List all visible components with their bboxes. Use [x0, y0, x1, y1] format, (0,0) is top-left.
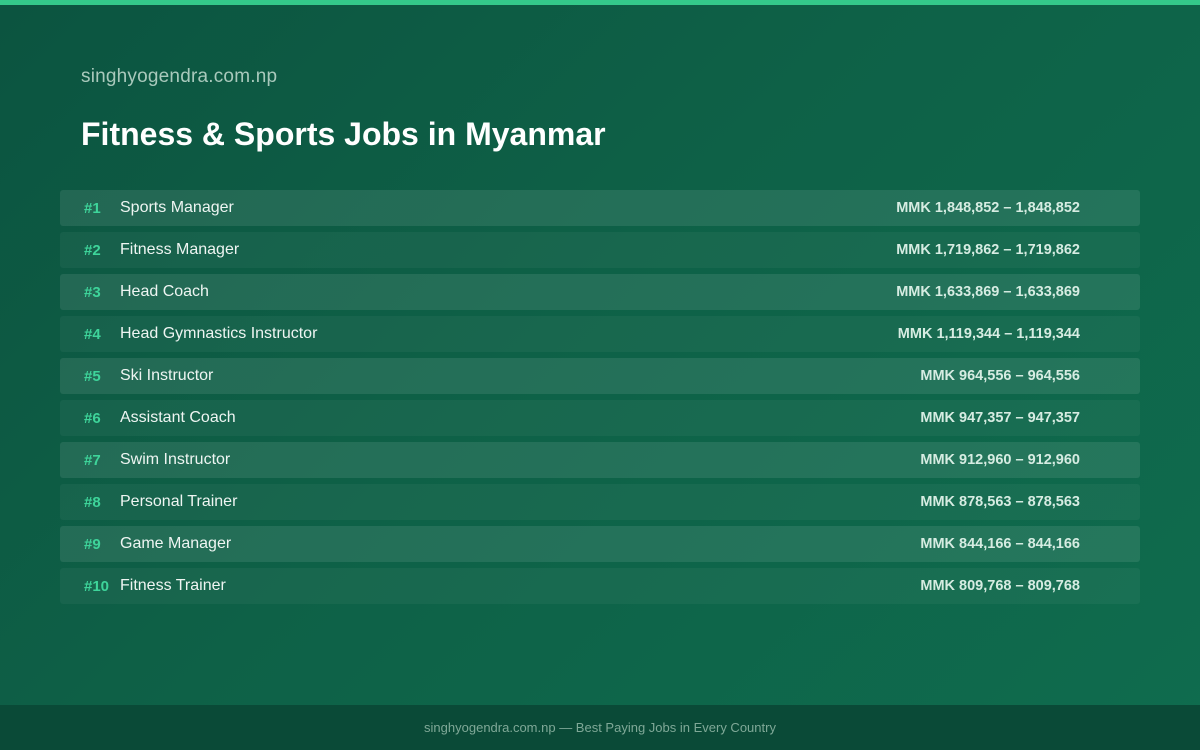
job-salary: MMK 1,719,862 – 1,719,862	[896, 242, 1080, 258]
job-title: Assistant Coach	[120, 409, 236, 426]
job-row: #6 Assistant Coach MMK 947,357 – 947,357	[60, 400, 1140, 436]
page-title: Fitness & Sports Jobs in Myanmar	[81, 116, 606, 152]
job-rank: #8	[84, 493, 101, 511]
job-row: #1 Sports Manager MMK 1,848,852 – 1,848,…	[60, 190, 1140, 226]
job-row: #5 Ski Instructor MMK 964,556 – 964,556	[60, 358, 1140, 394]
job-title: Fitness Manager	[120, 241, 240, 258]
footer-text: singhyogendra.com.np — Best Paying Jobs …	[424, 720, 776, 735]
job-salary: MMK 912,960 – 912,960	[920, 452, 1080, 468]
job-salary: MMK 809,768 – 809,768	[920, 578, 1080, 594]
job-title: Personal Trainer	[120, 493, 238, 510]
job-row: #4 Head Gymnastics Instructor MMK 1,119,…	[60, 316, 1140, 352]
job-rank: #9	[84, 535, 101, 553]
job-title: Game Manager	[120, 535, 232, 552]
job-rank: #5	[84, 367, 101, 385]
job-salary: MMK 878,563 – 878,563	[920, 494, 1080, 510]
job-salary: MMK 1,848,852 – 1,848,852	[896, 200, 1080, 216]
job-list: #1 Sports Manager MMK 1,848,852 – 1,848,…	[60, 190, 1140, 610]
job-rank: #1	[84, 199, 101, 217]
job-rank: #10	[84, 577, 110, 595]
job-rank: #4	[84, 325, 101, 343]
job-salary: MMK 1,633,869 – 1,633,869	[896, 284, 1080, 300]
footer: singhyogendra.com.np — Best Paying Jobs …	[0, 705, 1200, 750]
job-row: #10 Fitness Trainer MMK 809,768 – 809,76…	[60, 568, 1140, 604]
job-rank: #3	[84, 283, 101, 301]
job-title: Swim Instructor	[120, 451, 231, 468]
job-salary: MMK 947,357 – 947,357	[920, 410, 1080, 426]
job-row: #9 Game Manager MMK 844,166 – 844,166	[60, 526, 1140, 562]
job-salary: MMK 844,166 – 844,166	[920, 536, 1080, 552]
job-rank: #2	[84, 241, 101, 259]
job-row: #7 Swim Instructor MMK 912,960 – 912,960	[60, 442, 1140, 478]
job-title: Sports Manager	[120, 199, 234, 216]
job-row: #3 Head Coach MMK 1,633,869 – 1,633,869	[60, 274, 1140, 310]
job-row: #2 Fitness Manager MMK 1,719,862 – 1,719…	[60, 232, 1140, 268]
job-title: Fitness Trainer	[120, 577, 226, 594]
job-title: Head Coach	[120, 283, 209, 300]
job-row: #8 Personal Trainer MMK 878,563 – 878,56…	[60, 484, 1140, 520]
top-accent-bar	[0, 0, 1200, 5]
job-title: Head Gymnastics Instructor	[120, 325, 318, 342]
job-title: Ski Instructor	[120, 367, 214, 384]
job-salary: MMK 964,556 – 964,556	[920, 368, 1080, 384]
site-name: singhyogendra.com.np	[81, 66, 278, 87]
job-salary: MMK 1,119,344 – 1,119,344	[897, 326, 1080, 342]
job-rank: #7	[84, 451, 101, 469]
job-rank: #6	[84, 409, 101, 427]
